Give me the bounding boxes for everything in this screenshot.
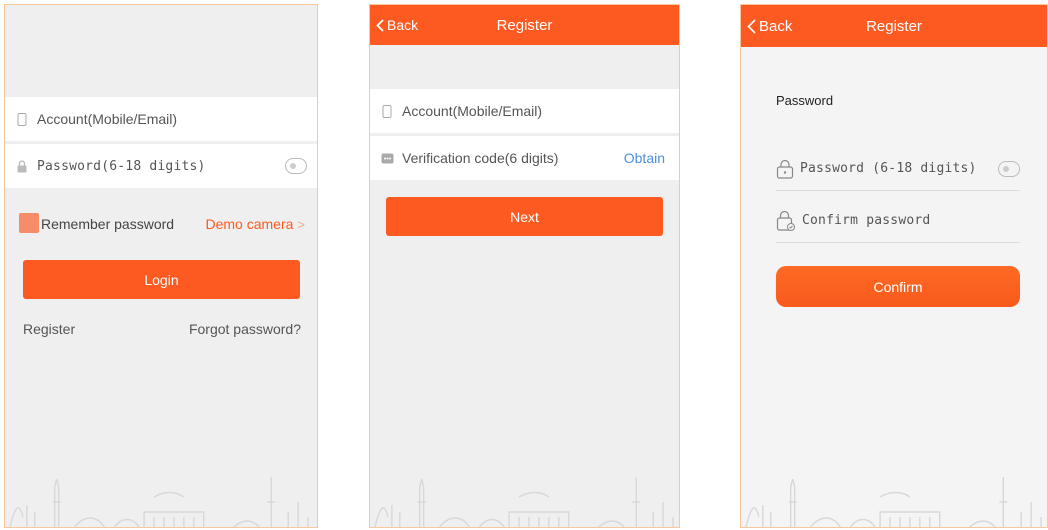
confirm-placeholder: Confirm password: [802, 213, 931, 228]
navbar: Back Register: [370, 5, 679, 45]
code-placeholder: Verification code(6 digits): [402, 150, 559, 166]
password-placeholder: Password(6-18 digits): [37, 158, 206, 174]
register-step2-screen: Back Register Password Password (6-18 di…: [740, 4, 1048, 528]
section-label: Password: [776, 93, 834, 108]
navbar: Back Register: [741, 5, 1047, 47]
skyline-decoration: [374, 477, 674, 527]
next-button[interactable]: Next: [386, 197, 663, 236]
chat-bubble-icon: [380, 151, 394, 165]
password-field[interactable]: Password (6-18 digits): [776, 147, 1020, 191]
eye-toggle-icon[interactable]: [285, 158, 307, 174]
account-field[interactable]: Account(Mobile/Email): [5, 97, 317, 141]
eye-toggle-icon[interactable]: [998, 160, 1020, 177]
lock-confirm-icon: [776, 210, 795, 231]
skyline-decoration: [745, 477, 1042, 527]
page-title: Register: [496, 16, 553, 34]
page-title: Register: [866, 17, 922, 35]
account-placeholder: Account(Mobile/Email): [37, 111, 178, 127]
register-step1-screen: Back Register Account(Mobile/Email) Veri…: [369, 4, 680, 528]
remember-checkbox[interactable]: [19, 213, 39, 233]
login-button[interactable]: Login: [23, 260, 300, 299]
obtain-code-button[interactable]: Obtain: [624, 150, 665, 166]
account-placeholder: Account(Mobile/Email): [402, 103, 543, 119]
lock-icon: [15, 159, 29, 173]
password-field[interactable]: Password(6-18 digits): [5, 144, 317, 188]
confirm-password-field[interactable]: Confirm password: [776, 199, 1020, 243]
demo-camera-link[interactable]: Demo camera >: [205, 216, 305, 232]
verification-code-field[interactable]: Verification code(6 digits) Obtain: [370, 136, 679, 180]
lock-icon: [776, 159, 794, 179]
chevron-right-icon: >: [297, 216, 305, 232]
skyline-decoration: [9, 477, 309, 527]
confirm-button[interactable]: Confirm: [776, 266, 1020, 307]
register-link[interactable]: Register: [23, 321, 75, 337]
phone-icon: [380, 104, 394, 118]
phone-icon: [15, 112, 29, 126]
account-field[interactable]: Account(Mobile/Email): [370, 89, 679, 133]
demo-label: Demo camera: [205, 216, 294, 232]
forgot-password-link[interactable]: Forgot password?: [189, 321, 301, 337]
login-screen: Account(Mobile/Email) Password(6-18 digi…: [4, 4, 318, 528]
password-placeholder: Password (6-18 digits): [800, 161, 977, 176]
remember-label: Remember password: [41, 216, 175, 232]
